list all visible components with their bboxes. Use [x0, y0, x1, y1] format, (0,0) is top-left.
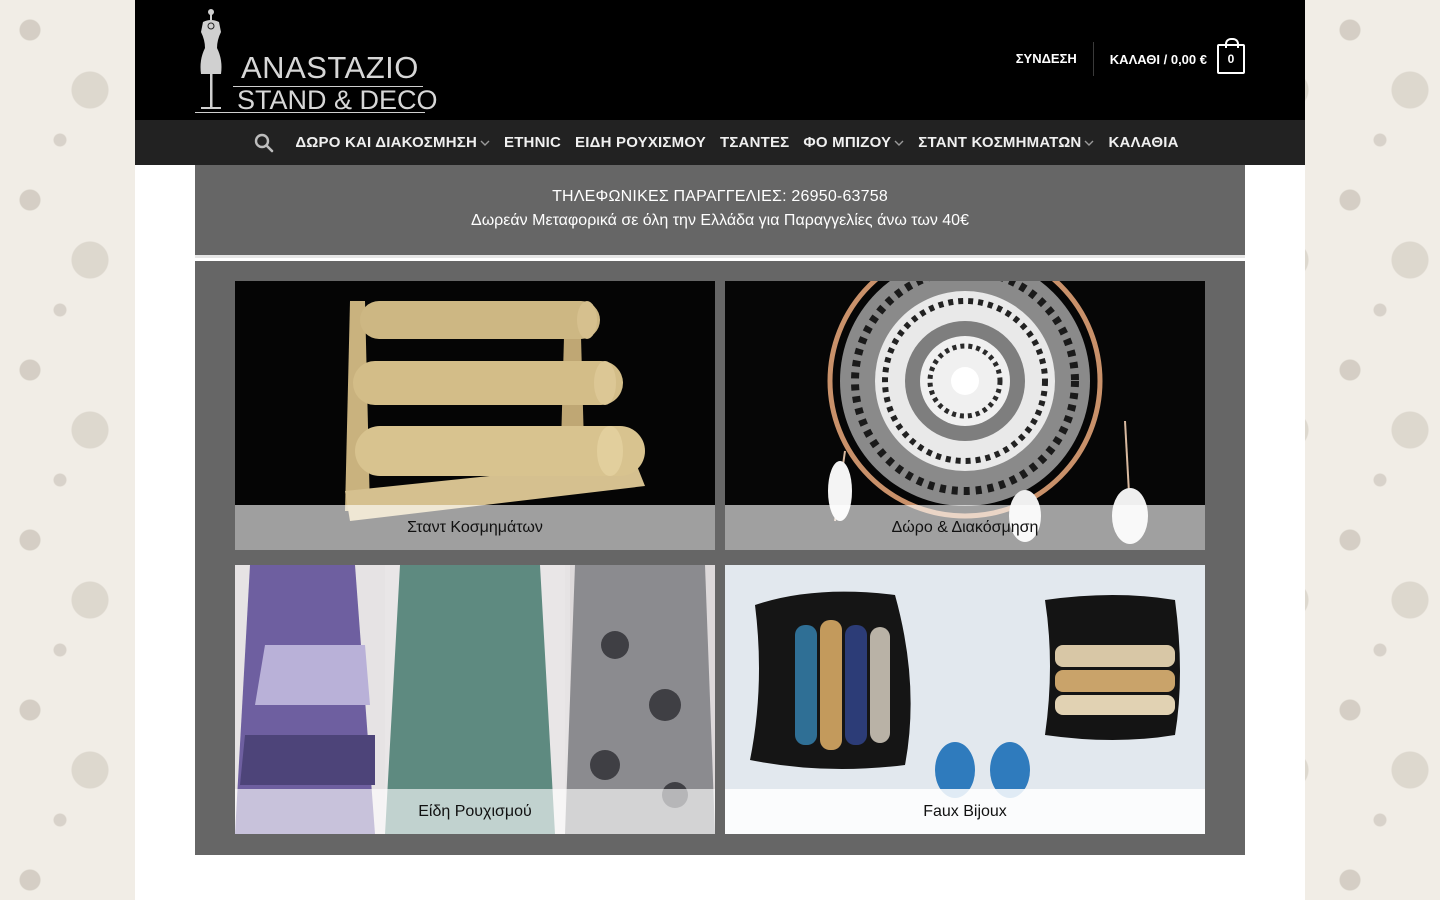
chevron-down-icon — [480, 140, 490, 146]
nav-item-gifts-decoration[interactable]: ΔΩΡΟ ΚΑΙ ΔΙΑΚΟΣΜΗΣΗ — [288, 134, 497, 151]
site-logo[interactable]: ANASTAZIO STAND & DECO — [195, 6, 438, 115]
search-icon[interactable] — [254, 133, 274, 153]
page-container: ANASTAZIO STAND & DECO ΣΥΝΔΕΣΗ ΚΑΛΑΘΙ / … — [135, 0, 1305, 900]
nav-item-bags[interactable]: ΤΣΑΝΤΕΣ — [713, 134, 796, 151]
cart-link[interactable]: ΚΑΛΑΘΙ / 0,00 € 0 — [1094, 38, 1245, 74]
free-shipping-text: Δωρεάν Μεταφορικά σε όλη την Ελλάδα για … — [471, 212, 969, 229]
nav-item-faux-bijoux[interactable]: ΦΟ ΜΠΙΖΟΥ — [796, 134, 911, 151]
tile-caption: Είδη Ρουχισμού — [235, 789, 715, 834]
phone-orders-text: ΤΗΛΕΦΩΝΙΚΕΣ ΠΑΡΑΓΓΕΛΙΕΣ: 26950-63758 — [552, 188, 888, 205]
tile-caption: Faux Bijoux — [725, 789, 1205, 834]
tile-caption: Σταντ Κοσμημάτων — [235, 505, 715, 550]
category-tile-gifts-decoration[interactable]: Δώρο & Διακόσμηση — [725, 281, 1205, 550]
site-header: ANASTAZIO STAND & DECO ΣΥΝΔΕΣΗ ΚΑΛΑΘΙ / … — [135, 0, 1305, 120]
nav-item-label: ΚΑΛΑΘΙΑ — [1108, 134, 1179, 151]
chevron-down-icon — [1084, 140, 1094, 146]
nav-item-jewelry-stands[interactable]: ΣΤΑΝΤ ΚΟΣΜΗΜΑΤΩΝ — [911, 134, 1101, 151]
nav-item-label: ΕΙΔΗ ΡΟΥΧΙΣΜΟΥ — [575, 134, 706, 151]
header-actions: ΣΥΝΔΕΣΗ ΚΑΛΑΘΙ / 0,00 € 0 — [1016, 38, 1245, 76]
nav-item-label: ΣΤΑΝΤ ΚΟΣΜΗΜΑΤΩΝ — [918, 134, 1082, 151]
nav-item-clothing[interactable]: ΕΙΔΗ ΡΟΥΧΙΣΜΟΥ — [568, 134, 713, 151]
nav-item-label: ΤΣΑΝΤΕΣ — [719, 134, 790, 151]
nav-item-label: ΔΩΡΟ ΚΑΙ ΔΙΑΚΟΣΜΗΣΗ — [295, 134, 477, 151]
nav-item-label: ΦΟ ΜΠΙΖΟΥ — [803, 134, 892, 151]
tile-caption: Δώρο & Διακόσμηση — [725, 505, 1205, 550]
main-navigation: ΔΩΡΟ ΚΑΙ ΔΙΑΚΟΣΜΗΣΗ ETHNIC ΕΙΔΗ ΡΟΥΧΙΣΜΟ… — [135, 120, 1305, 165]
info-banner: ΤΗΛΕΦΩΝΙΚΕΣ ΠΑΡΑΓΓΕΛΙΕΣ: 26950-63758 Δωρ… — [195, 165, 1245, 258]
login-link[interactable]: ΣΥΝΔΕΣΗ — [1016, 42, 1094, 76]
nav-item-ethnic[interactable]: ETHNIC — [497, 134, 568, 151]
logo-baseline — [195, 112, 425, 113]
category-tile-faux-bijoux[interactable]: Faux Bijoux — [725, 565, 1205, 834]
category-tile-clothing[interactable]: Είδη Ρουχισμού — [235, 565, 715, 834]
category-tile-jewelry-stands[interactable]: Σταντ Κοσμημάτων — [235, 281, 715, 550]
category-grid: Σταντ Κοσμημάτων Δώρο & Διακόσμηση Είδη … — [195, 261, 1245, 855]
cart-count-badge: 0 — [1217, 38, 1245, 74]
nav-item-baskets[interactable]: ΚΑΛΑΘΙΑ — [1101, 134, 1185, 151]
cart-label: ΚΑΛΑΘΙ / 0,00 € — [1109, 51, 1207, 67]
chevron-down-icon — [894, 140, 904, 146]
brand-name-line1: ANASTAZIO — [241, 50, 419, 85]
nav-item-label: ETHNIC — [503, 134, 562, 151]
